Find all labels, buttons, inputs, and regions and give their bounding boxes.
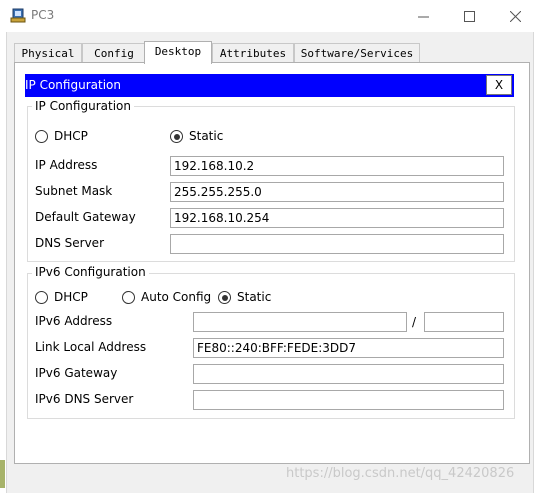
- ipv4-dhcp-radio[interactable]: [35, 130, 48, 143]
- ip-address-label: IP Address: [35, 158, 98, 172]
- close-dialog-button[interactable]: X: [486, 75, 512, 95]
- tab-config[interactable]: Config: [82, 43, 146, 63]
- tab-desktop[interactable]: Desktop: [144, 41, 212, 64]
- window-title: PC3: [31, 8, 55, 22]
- default-gateway-label: Default Gateway: [35, 210, 136, 224]
- ipv6-static-radio[interactable]: [218, 291, 231, 304]
- ipv6-dhcp-label: DHCP: [54, 290, 88, 304]
- prefix-separator: /: [412, 315, 417, 329]
- background-edge-strip: [0, 460, 5, 488]
- link-local-address-input[interactable]: FE80::240:BFF:FEDE:3DD7: [193, 338, 504, 358]
- ip-configuration-header: IP Configuration X: [25, 74, 514, 97]
- ipv6-dns-server-input[interactable]: [193, 390, 504, 410]
- ipv4-dhcp-label: DHCP: [54, 129, 88, 143]
- minimize-icon: [417, 16, 429, 17]
- window-titlebar: PC3: [0, 0, 538, 32]
- maximize-icon: [463, 10, 475, 22]
- tab-physical[interactable]: Physical: [14, 43, 82, 63]
- ipv6-auto-config-radio[interactable]: [122, 291, 135, 304]
- dns-server-label: DNS Server: [35, 236, 104, 250]
- ipv6-static-label: Static: [237, 290, 272, 304]
- ipv6-legend: IPv6 Configuration: [32, 265, 149, 279]
- ipv4-static-label: Static: [189, 129, 224, 143]
- ipv6-gateway-input[interactable]: [193, 364, 504, 384]
- default-gateway-input[interactable]: 192.168.10.254: [170, 208, 504, 228]
- ipv6-address-input[interactable]: [193, 312, 407, 332]
- ipv6-dns-server-label: IPv6 DNS Server: [35, 392, 134, 406]
- close-window-button[interactable]: [492, 0, 538, 32]
- ipv6-dhcp-radio[interactable]: [35, 291, 48, 304]
- watermark-text: https://blog.csdn.net/qq_42420826: [286, 466, 515, 481]
- dialog-title: IP Configuration: [25, 78, 121, 92]
- ip-address-input[interactable]: 192.168.10.2: [170, 156, 504, 176]
- ipv6-gateway-label: IPv6 Gateway: [35, 366, 118, 380]
- pc-app-icon: [10, 8, 26, 23]
- ipv6-prefix-input[interactable]: [424, 312, 504, 332]
- subnet-mask-input[interactable]: 255.255.255.0: [170, 182, 504, 202]
- ipv6-address-label: IPv6 Address: [35, 314, 113, 328]
- tab-attributes[interactable]: Attributes: [212, 43, 294, 63]
- ipv4-static-radio[interactable]: [170, 130, 183, 143]
- ipv6-auto-config-label: Auto Config: [141, 290, 212, 304]
- close-icon: [509, 10, 521, 22]
- maximize-button[interactable]: [446, 0, 492, 32]
- minimize-button[interactable]: [400, 0, 446, 32]
- tab-software-services[interactable]: Software/Services: [294, 43, 420, 63]
- ipv4-legend: IP Configuration: [32, 99, 134, 113]
- link-local-address-label: Link Local Address: [35, 340, 147, 354]
- subnet-mask-label: Subnet Mask: [35, 184, 113, 198]
- dns-server-input[interactable]: [170, 234, 504, 254]
